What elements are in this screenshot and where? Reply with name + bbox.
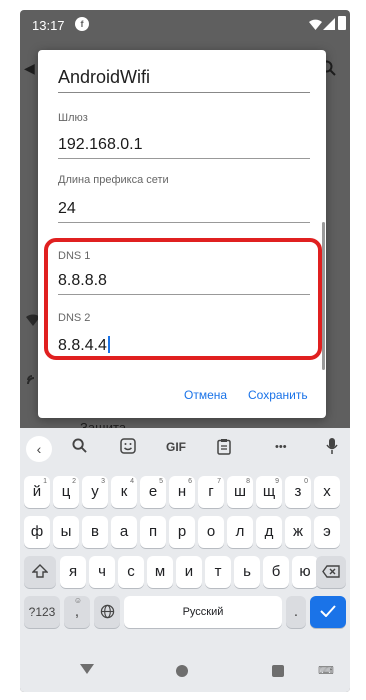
key-х[interactable]: х <box>314 476 340 508</box>
status-bar: 13:17 f <box>20 10 350 38</box>
key-ш[interactable]: ш8 <box>227 476 253 508</box>
key-с[interactable]: с <box>118 556 144 588</box>
dns-highlight-box <box>44 238 322 360</box>
gateway-field[interactable]: 192.168.0.1 <box>58 136 143 154</box>
microphone-icon[interactable] <box>326 438 338 460</box>
key-hint: 3 <box>101 478 105 485</box>
key-я[interactable]: я <box>60 556 86 588</box>
key-у[interactable]: у3 <box>82 476 108 508</box>
wifi-settings-dialog: AndroidWifi Шлюз 192.168.0.1 Длина префи… <box>38 50 326 418</box>
key-ж[interactable]: ж <box>285 516 311 548</box>
key-ю[interactable]: ю <box>292 556 318 588</box>
key-ц[interactable]: ц2 <box>53 476 79 508</box>
backspace-key[interactable] <box>316 556 346 588</box>
key-и[interactable]: и <box>176 556 202 588</box>
cancel-button[interactable]: Отмена <box>184 388 227 402</box>
period-key[interactable]: . <box>286 596 306 628</box>
key-л[interactable]: л <box>227 516 253 548</box>
space-key[interactable]: Русский <box>124 596 282 628</box>
key-label: й <box>32 483 42 500</box>
prefix-length-underline <box>58 222 310 223</box>
nav-home-icon[interactable] <box>176 665 188 677</box>
key-м[interactable]: м <box>147 556 173 588</box>
key-hint: 2 <box>72 478 76 485</box>
keyboard-switch-icon[interactable]: ⌨ <box>318 664 334 677</box>
key-hint: 9 <box>275 478 279 485</box>
key-hint: 8 <box>246 478 250 485</box>
comma-key[interactable]: , ☺ <box>64 596 90 628</box>
key-з[interactable]: з0 <box>285 476 311 508</box>
prefix-length-field[interactable]: 24 <box>58 200 76 218</box>
emoji-sticker-icon[interactable] <box>120 438 136 459</box>
key-label: е <box>148 483 158 500</box>
key-hint: 0 <box>304 478 308 485</box>
key-hint: 6 <box>188 478 192 485</box>
key-label: щ <box>262 483 276 500</box>
nav-back-icon[interactable] <box>80 664 94 674</box>
back-arrow-icon: ◀ <box>24 60 35 76</box>
key-label: ш <box>233 483 247 500</box>
language-globe-key[interactable] <box>94 596 120 628</box>
save-button[interactable]: Сохранить <box>248 388 308 402</box>
key-label: у <box>91 483 99 500</box>
key-щ[interactable]: щ9 <box>256 476 282 508</box>
key-label: н <box>177 483 187 500</box>
key-э[interactable]: э <box>314 516 340 548</box>
clipboard-icon[interactable] <box>217 438 231 460</box>
key-hint: 7 <box>217 478 221 485</box>
signal-icon <box>323 18 335 33</box>
key-а[interactable]: а <box>111 516 137 548</box>
more-options-icon[interactable]: ••• <box>275 441 287 453</box>
emoji-hint-icon: ☺ <box>73 596 82 605</box>
key-label: к <box>120 483 128 500</box>
key-ф[interactable]: ф <box>24 516 50 548</box>
status-time: 13:17 <box>32 18 65 33</box>
key-ь[interactable]: ь <box>234 556 260 588</box>
dialog-title: AndroidWifi <box>58 67 151 87</box>
key-р[interactable]: р <box>169 516 195 548</box>
enter-check-key[interactable] <box>310 596 346 628</box>
key-б[interactable]: б <box>263 556 289 588</box>
key-hint: 1 <box>43 478 47 485</box>
key-й[interactable]: й1 <box>24 476 50 508</box>
title-divider <box>58 92 310 93</box>
key-hint: 5 <box>159 478 163 485</box>
shift-key[interactable] <box>24 556 56 588</box>
key-label: ц <box>61 483 71 500</box>
key-о[interactable]: о <box>198 516 224 548</box>
key-г[interactable]: г7 <box>198 476 224 508</box>
key-д[interactable]: д <box>256 516 282 548</box>
search-icon[interactable] <box>72 438 87 458</box>
navigation-bar: ⌨ <box>20 650 350 692</box>
app-notification-icon: f <box>75 17 89 31</box>
gateway-underline <box>58 158 310 159</box>
key-в[interactable]: в <box>82 516 108 548</box>
chevron-left-icon[interactable]: ‹ <box>26 436 52 462</box>
key-н[interactable]: н6 <box>169 476 195 508</box>
gateway-label: Шлюз <box>58 112 88 124</box>
dialog-scrollbar[interactable] <box>322 222 325 370</box>
key-ы[interactable]: ы <box>53 516 79 548</box>
key-п[interactable]: п <box>140 516 166 548</box>
symbols-key[interactable]: ?123 <box>24 596 60 628</box>
gif-button[interactable]: GIF <box>166 440 186 454</box>
keyboard-toolbar: ‹ GIF ••• <box>20 428 350 468</box>
key-к[interactable]: к4 <box>111 476 137 508</box>
wifi-icon <box>309 18 322 33</box>
key-label: г <box>208 483 214 500</box>
nav-recents-icon[interactable] <box>272 665 284 677</box>
key-hint: 4 <box>130 478 134 485</box>
battery-icon <box>338 16 346 30</box>
key-label: з <box>294 483 302 500</box>
phone-screen: 13:17 f ◀ Защита AndroidWifi Шлюз 192.16… <box>20 10 350 692</box>
key-т[interactable]: т <box>205 556 231 588</box>
key-ч[interactable]: ч <box>89 556 115 588</box>
prefix-length-label: Длина префикса сети <box>58 174 169 186</box>
key-е[interactable]: е5 <box>140 476 166 508</box>
key-label: х <box>323 483 331 500</box>
onscreen-keyboard: ‹ GIF ••• й1 ц2 у3 к4 е5 н6 г7 ш8 щ9 з0 … <box>20 428 350 650</box>
